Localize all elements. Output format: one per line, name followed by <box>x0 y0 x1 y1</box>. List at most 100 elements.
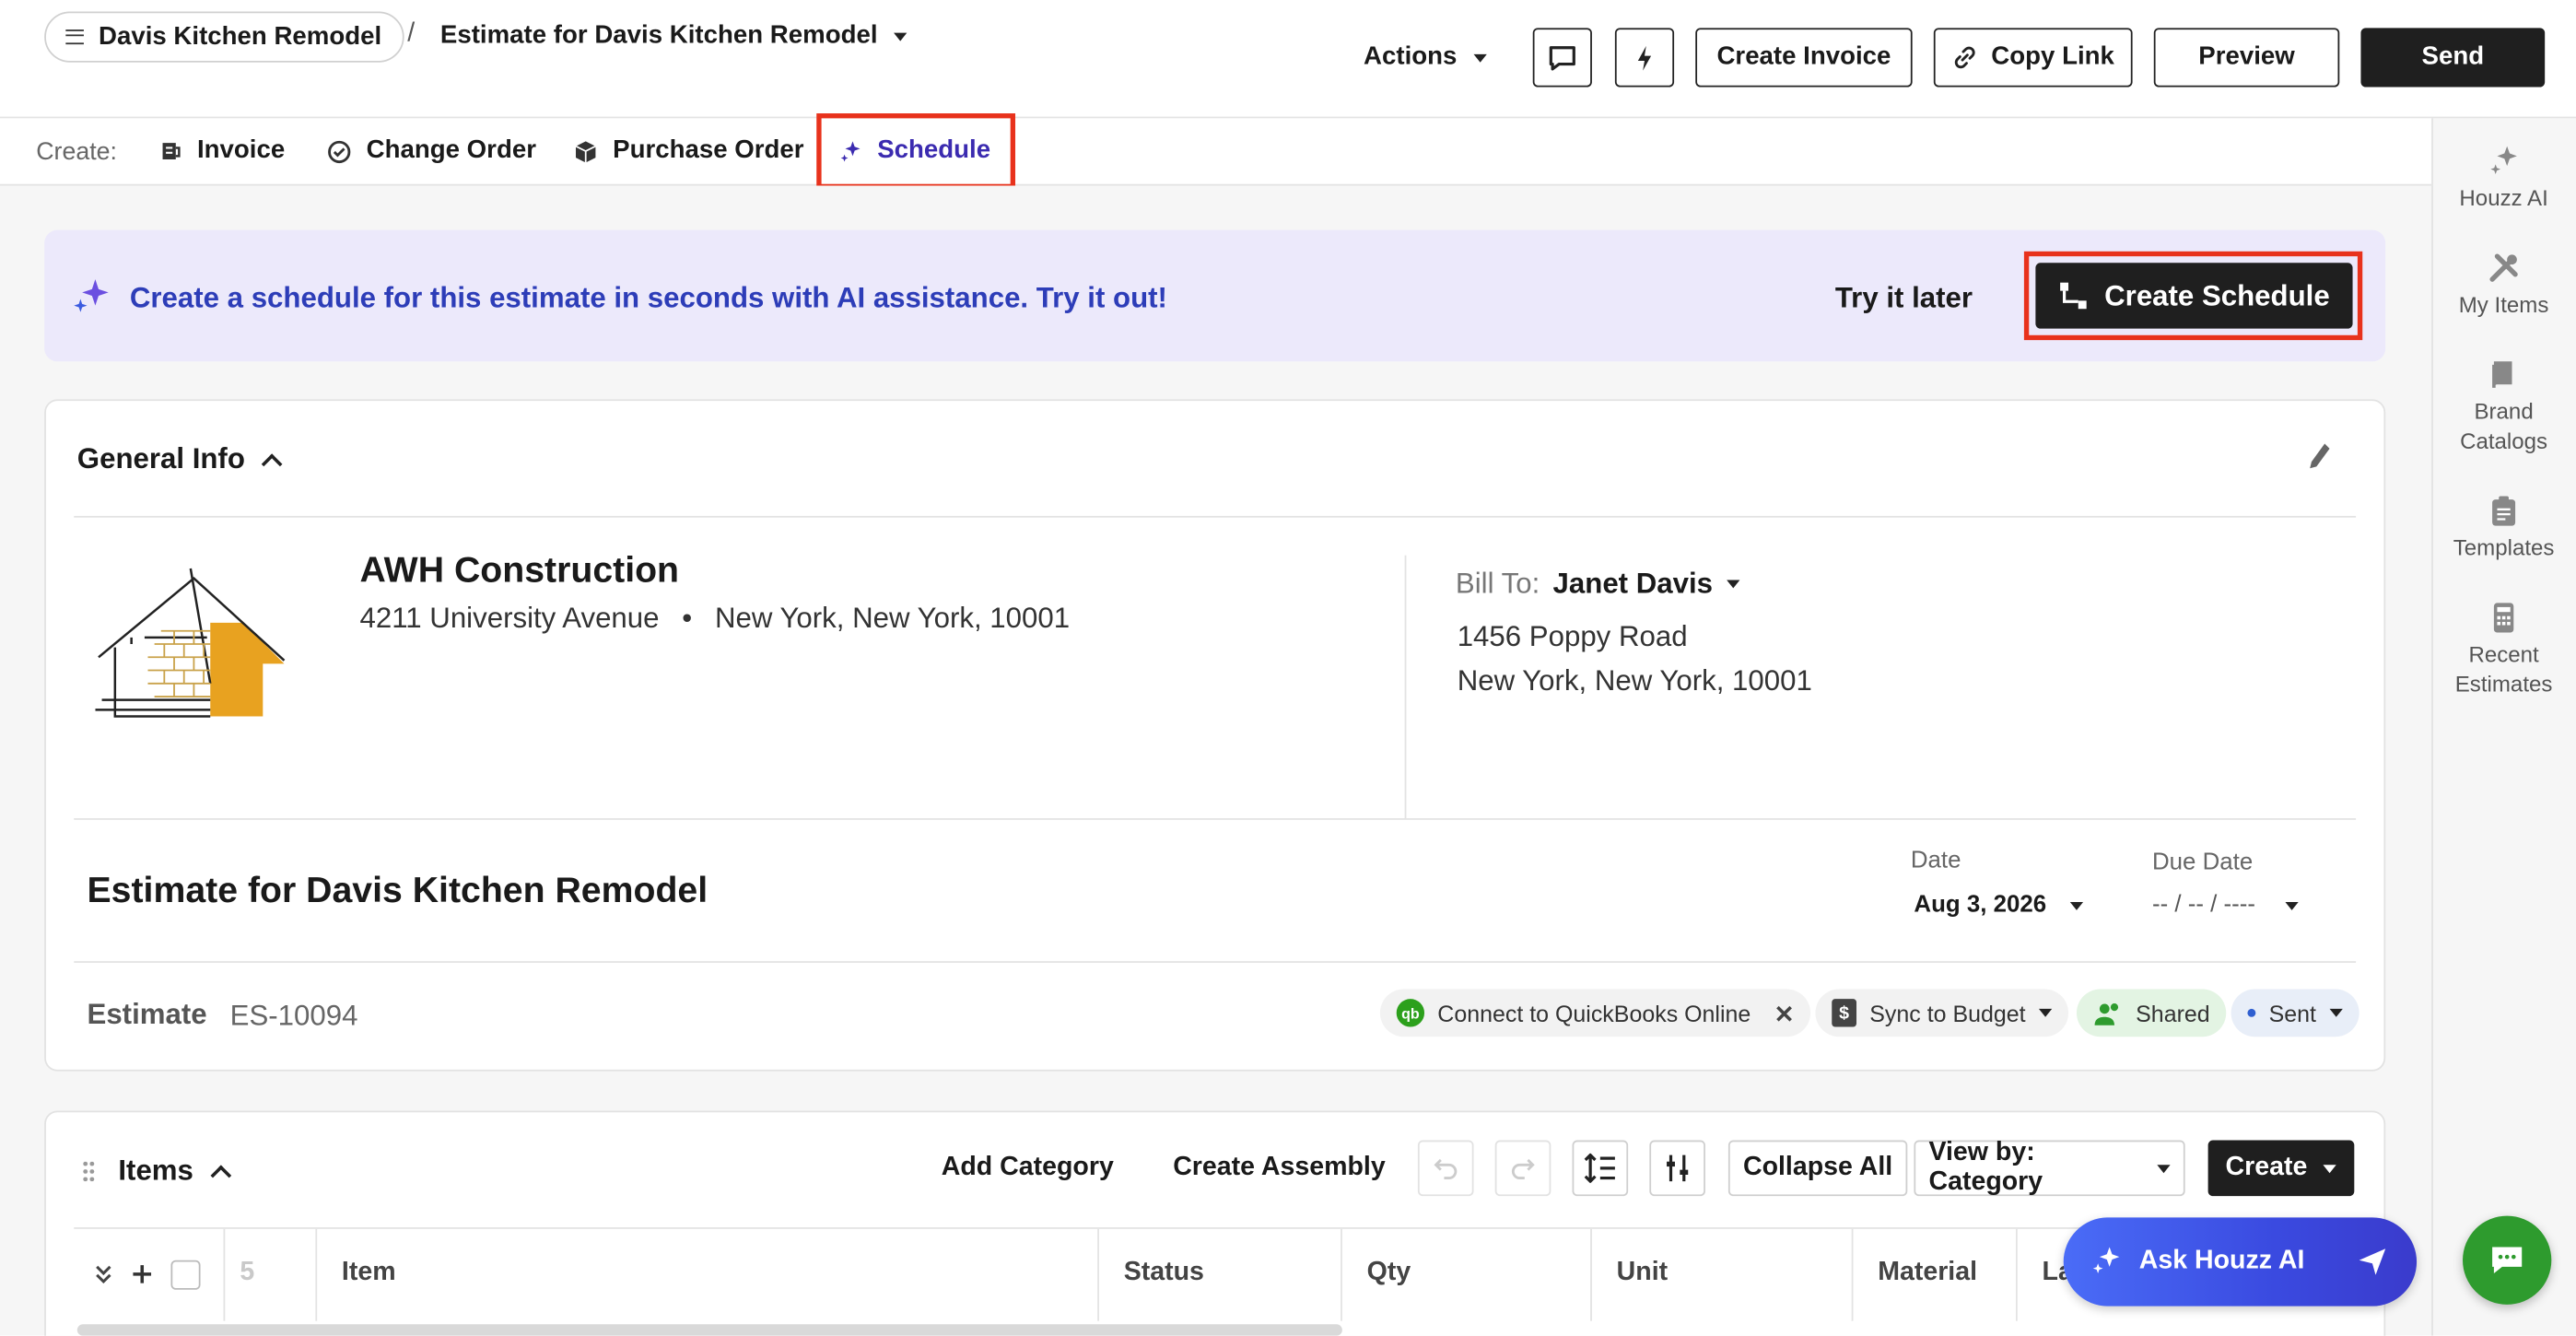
column-header-unit[interactable]: Unit <box>1617 1259 1668 1288</box>
bill-to-address-line2: New York, New York, 10001 <box>1457 663 1812 697</box>
try-later-button[interactable]: Try it later <box>1835 281 1973 315</box>
general-info-title: General Info <box>76 441 245 475</box>
chevron-down-icon <box>2069 901 2083 910</box>
address-separator: • <box>682 601 693 635</box>
shared-status-chip[interactable]: Shared <box>2076 989 2227 1037</box>
estimate-number[interactable]: ES-10094 <box>230 999 358 1033</box>
general-info-card <box>44 399 2386 1072</box>
sidebar-item-brand-catalogs[interactable]: Brand Catalogs <box>2431 358 2576 457</box>
sidebar-item-my-items[interactable]: My Items <box>2431 252 2576 321</box>
create-purchase-order-label: Purchase Order <box>613 136 804 165</box>
document-title-dropdown[interactable]: Estimate for Davis Kitchen Remodel <box>440 21 907 51</box>
column-header-item[interactable]: Item <box>342 1259 396 1288</box>
row-height-button[interactable] <box>1572 1140 1629 1197</box>
create-change-order-link[interactable]: Change Order <box>327 136 536 166</box>
drag-handle-icon[interactable] <box>82 1159 96 1183</box>
column-header-material[interactable]: Material <box>1878 1259 1977 1288</box>
column-divider <box>2015 1228 2018 1321</box>
bill-to-name: Janet Davis <box>1552 567 1714 600</box>
sliders-icon <box>1667 1154 1689 1182</box>
items-title: Items <box>118 1153 193 1187</box>
menu-icon <box>65 29 84 45</box>
project-menu-button[interactable]: Davis Kitchen Remodel <box>44 11 405 63</box>
chevron-down-icon <box>2157 1164 2171 1173</box>
divider <box>74 961 2357 963</box>
sidebar-item-recent-estimates[interactable]: Recent Estimates <box>2431 602 2576 700</box>
highlight-box <box>816 113 1016 190</box>
estimate-label: Estimate <box>87 997 207 1031</box>
chevron-down-icon <box>2329 1008 2343 1017</box>
pencil-icon[interactable] <box>2307 440 2334 474</box>
project-name: Davis Kitchen Remodel <box>98 22 382 51</box>
send-icon[interactable] <box>2358 1247 2387 1276</box>
sidebar-item-templates[interactable]: Templates <box>2431 495 2576 564</box>
chevron-down-icon <box>1726 580 1739 589</box>
bill-to-dropdown[interactable]: Bill To: Janet Davis <box>1456 567 1739 601</box>
sidebar-item-label: My Items <box>2458 292 2549 318</box>
divider <box>74 818 2357 820</box>
copy-link-button[interactable]: Copy Link <box>1933 28 2133 88</box>
undo-button[interactable] <box>1417 1140 1474 1197</box>
quickbooks-chip[interactable]: qb Connect to QuickBooks Online <box>1379 989 1810 1037</box>
horizontal-scrollbar[interactable] <box>76 1324 1342 1336</box>
expand-all-icon[interactable] <box>94 1263 113 1286</box>
sidebar-item-label: Recent Estimates <box>2454 642 2553 697</box>
sidebar-item-houzz-ai[interactable]: Houzz AI <box>2431 145 2576 214</box>
preview-button[interactable]: Preview <box>2153 28 2340 88</box>
create-assembly-button[interactable]: Create Assembly <box>1173 1154 1385 1183</box>
column-header-status[interactable]: Status <box>1124 1259 1204 1288</box>
clipboard-icon <box>2492 496 2516 526</box>
chevron-down-icon <box>2285 901 2299 910</box>
top-bar: Davis Kitchen Remodel / Estimate for Dav… <box>0 0 2576 119</box>
company-street: 4211 University Avenue <box>359 601 660 635</box>
create-item-dropdown[interactable]: Create <box>2207 1140 2355 1197</box>
line-spacing-icon <box>1584 1153 1615 1183</box>
highlight-box <box>2023 251 2363 341</box>
actions-dropdown[interactable]: Actions <box>1364 42 1487 72</box>
comments-button[interactable] <box>1532 28 1592 88</box>
company-logo <box>95 568 286 718</box>
sidebar-item-label: Brand Catalogs <box>2460 399 2548 454</box>
book-icon <box>2492 361 2512 388</box>
chat-button[interactable] <box>2463 1215 2552 1305</box>
collapse-all-button[interactable]: Collapse All <box>1727 1140 1908 1197</box>
ask-houzz-ai-button[interactable]: Ask Houzz AI <box>2063 1217 2418 1307</box>
view-by-dropdown[interactable]: View by: Category <box>1914 1139 2185 1197</box>
column-header-qty[interactable]: Qty <box>1367 1259 1411 1288</box>
select-all-checkbox[interactable] <box>170 1260 201 1290</box>
send-button[interactable]: Send <box>2360 28 2546 88</box>
general-info-toggle[interactable]: General Info <box>76 441 283 476</box>
column-divider <box>1851 1228 1854 1321</box>
create-item-label: Create <box>2225 1153 2308 1182</box>
bill-to-label: Bill To: <box>1455 567 1540 600</box>
row-count: 5 <box>240 1258 255 1287</box>
change-order-icon <box>328 139 351 163</box>
due-date-picker[interactable]: -- / -- / ---- <box>2152 892 2299 919</box>
add-category-button[interactable]: Add Category <box>942 1154 1114 1183</box>
sparkle-icon <box>2092 1247 2120 1273</box>
sync-to-budget-chip[interactable]: $ Sync to Budget <box>1815 989 2068 1037</box>
chevron-down-icon <box>894 31 907 41</box>
close-icon[interactable] <box>1774 1003 1793 1023</box>
ask-houzz-ai-label: Ask Houzz AI <box>2138 1247 2305 1275</box>
column-divider <box>1590 1228 1592 1321</box>
quick-actions-button[interactable] <box>1614 28 1675 88</box>
undo-icon <box>1434 1158 1458 1179</box>
chevron-up-icon <box>209 1164 231 1186</box>
company-city: New York, New York, 10001 <box>714 601 1071 635</box>
quickbooks-icon: qb <box>1396 999 1425 1027</box>
items-toggle[interactable]: Items <box>118 1153 231 1188</box>
plus-icon[interactable] <box>130 1261 155 1286</box>
column-settings-button[interactable] <box>1649 1140 1705 1197</box>
date-picker[interactable]: Aug 3, 2026 <box>1914 892 2083 919</box>
create-label: Create: <box>36 137 117 167</box>
estimate-title[interactable]: Estimate for Davis Kitchen Remodel <box>88 869 708 911</box>
sent-status-chip[interactable]: Sent <box>2231 989 2359 1037</box>
create-invoice-link[interactable]: Invoice <box>159 136 285 166</box>
redo-button[interactable] <box>1494 1140 1551 1197</box>
create-invoice-label: Invoice <box>196 136 286 165</box>
create-invoice-button[interactable]: Create Invoice <box>1695 28 1913 88</box>
create-purchase-order-link[interactable]: Purchase Order <box>573 136 804 166</box>
bill-to-address-line1: 1456 Poppy Road <box>1457 619 1688 652</box>
lightning-icon <box>1637 45 1652 70</box>
